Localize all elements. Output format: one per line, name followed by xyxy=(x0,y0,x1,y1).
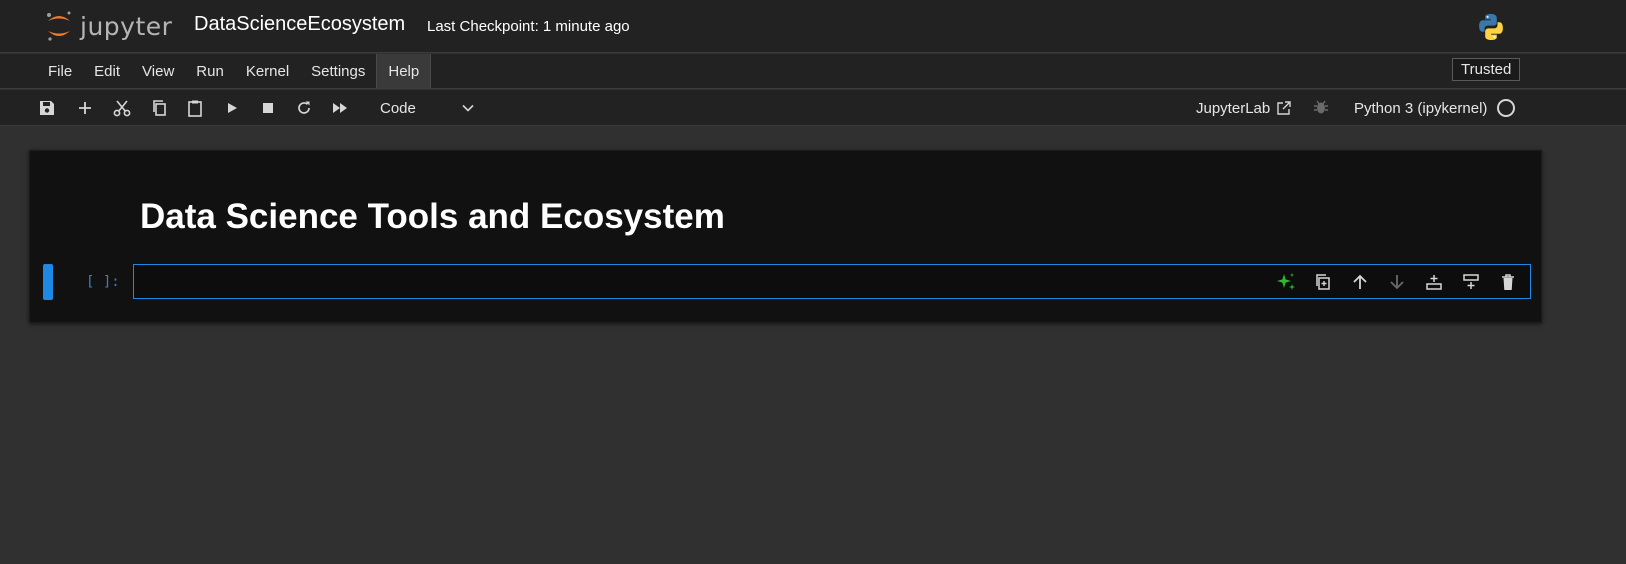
kernel-name-label: Python 3 (ipykernel) xyxy=(1354,99,1488,117)
notebook-panel: Data Science Tools and Ecosystem [ ]: xyxy=(29,150,1542,323)
insert-cell-button[interactable] xyxy=(73,96,97,120)
duplicate-cell-button[interactable] xyxy=(1304,269,1341,295)
last-checkpoint-text: Last Checkpoint: 1 minute ago xyxy=(427,18,630,35)
jupyter-logo[interactable]: jupyter xyxy=(44,9,174,43)
sparkle-icon xyxy=(1276,273,1295,290)
run-cell-button[interactable] xyxy=(220,96,244,120)
scissors-icon xyxy=(113,100,131,117)
duplicate-icon xyxy=(1315,274,1330,290)
arrow-down-icon xyxy=(1389,275,1404,290)
menu-view[interactable]: View xyxy=(131,54,185,88)
external-link-icon xyxy=(1277,100,1291,115)
open-jupyterlab-link[interactable]: JupyterLab xyxy=(1196,96,1291,120)
jupyterlab-label: JupyterLab xyxy=(1196,99,1271,117)
trusted-indicator[interactable]: Trusted xyxy=(1452,58,1521,81)
menu-edit[interactable]: Edit xyxy=(83,54,131,88)
debugger-bug-icon[interactable] xyxy=(1312,98,1330,120)
ai-sparkle-button[interactable] xyxy=(1267,269,1304,295)
copy-icon xyxy=(153,100,166,116)
cell-type-select[interactable]: Code xyxy=(372,96,482,120)
insert-cell-above-button[interactable] xyxy=(1415,269,1452,295)
paste-cell-button[interactable] xyxy=(183,96,207,120)
menu-file[interactable]: File xyxy=(37,54,83,88)
python-logo-icon xyxy=(1476,12,1506,46)
move-cell-down-button[interactable] xyxy=(1378,269,1415,295)
arrow-up-icon xyxy=(1352,274,1367,289)
menu-settings[interactable]: Settings xyxy=(300,54,376,88)
delete-cell-button[interactable] xyxy=(1489,269,1526,295)
menu-run[interactable]: Run xyxy=(185,54,235,88)
top-header: jupyter DataScienceEcosystem Last Checkp… xyxy=(0,0,1626,53)
play-icon xyxy=(228,103,237,113)
restart-kernel-button[interactable] xyxy=(292,96,316,120)
copy-cell-button[interactable] xyxy=(147,96,171,120)
notebook-toolbar: Code JupyterLab Python 3 (ipykernel) xyxy=(0,90,1626,126)
code-cell-input[interactable] xyxy=(133,264,1531,299)
paste-icon xyxy=(188,100,202,117)
cell-toolbar xyxy=(1267,269,1526,295)
chevron-down-icon xyxy=(462,104,474,112)
cell-type-value: Code xyxy=(380,99,416,117)
restart-run-all-button[interactable] xyxy=(328,96,352,120)
kernel-status-icon xyxy=(1497,99,1516,117)
jupyter-logo-text: jupyter xyxy=(80,11,173,41)
plus-icon xyxy=(79,102,91,114)
fast-forward-icon xyxy=(333,103,347,113)
kernel-indicator[interactable]: Python 3 (ipykernel) xyxy=(1354,96,1516,120)
menu-help[interactable]: Help xyxy=(376,54,432,88)
move-cell-up-button[interactable] xyxy=(1341,269,1378,295)
cut-cell-button[interactable] xyxy=(110,96,134,120)
save-button[interactable] xyxy=(35,96,59,120)
trash-icon xyxy=(1501,274,1514,290)
insert-above-icon xyxy=(1425,275,1442,290)
restart-icon xyxy=(298,101,310,114)
active-cell-collapser[interactable] xyxy=(43,264,53,300)
input-prompt: [ ]: xyxy=(86,274,120,290)
interrupt-kernel-button[interactable] xyxy=(256,96,280,120)
insert-cell-below-button[interactable] xyxy=(1452,269,1489,295)
notebook-title[interactable]: DataScienceEcosystem xyxy=(194,13,405,36)
menu-kernel[interactable]: Kernel xyxy=(235,54,300,88)
jupyter-logo-icon xyxy=(47,11,71,41)
menubar: File Edit View Run Kernel Settings Help … xyxy=(0,54,1626,89)
save-icon xyxy=(40,101,54,115)
stop-icon xyxy=(263,103,273,113)
insert-below-icon xyxy=(1462,274,1479,289)
markdown-heading[interactable]: Data Science Tools and Ecosystem xyxy=(140,197,725,237)
